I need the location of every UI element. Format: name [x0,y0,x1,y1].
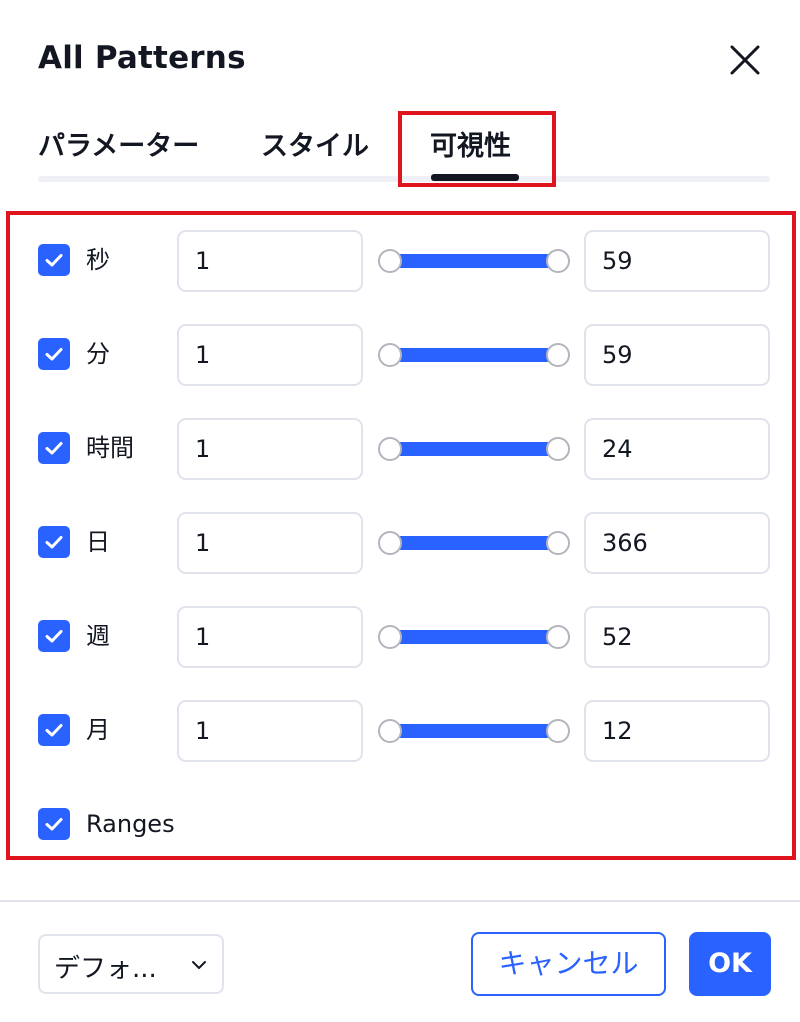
visibility-row-minutes: 分 1 59 [0,324,800,386]
min-input[interactable]: 1 [177,324,363,386]
template-dropdown[interactable]: デフォ... [38,934,224,994]
slider-handle-min[interactable] [378,249,402,273]
checkbox-weeks[interactable] [38,620,70,652]
template-dropdown-value: デフォ... [54,954,157,984]
max-input[interactable]: 59 [584,230,770,292]
slider-handle-min[interactable] [378,531,402,555]
slider-handle-max[interactable] [546,343,570,367]
min-input[interactable]: 1 [177,512,363,574]
row-label: 月 [86,716,110,744]
min-input[interactable]: 1 [177,606,363,668]
slider-handle-max[interactable] [546,531,570,555]
min-input[interactable]: 1 [177,230,363,292]
check-icon [45,724,63,737]
max-input[interactable]: 52 [584,606,770,668]
slider-handle-min[interactable] [378,437,402,461]
checkbox-ranges[interactable] [38,808,70,840]
checkbox-minutes[interactable] [38,338,70,370]
slider-handle-max[interactable] [546,249,570,273]
tab-style[interactable]: スタイル [261,124,369,163]
visibility-row-ranges: Ranges [0,794,800,856]
min-input[interactable]: 1 [177,418,363,480]
ok-button[interactable]: OK [689,932,771,996]
check-icon [45,442,63,455]
visibility-row-days: 日 1 366 [0,512,800,574]
check-icon [45,536,63,549]
range-slider[interactable] [378,531,570,555]
check-icon [45,348,63,361]
range-slider[interactable] [378,343,570,367]
ranges-label: Ranges [86,810,175,838]
visibility-row-hours: 時間 1 24 [0,418,800,480]
slider-handle-max[interactable] [546,437,570,461]
slider-fill [389,724,559,738]
slider-handle-min[interactable] [378,343,402,367]
dialog-title: All Patterns [38,40,246,76]
slider-fill [389,536,559,550]
slider-handle-min[interactable] [378,625,402,649]
max-input[interactable]: 24 [584,418,770,480]
max-input[interactable]: 59 [584,324,770,386]
visibility-row-seconds: 秒 1 59 [0,230,800,292]
min-input[interactable]: 1 [177,700,363,762]
visibility-row-months: 月 1 12 [0,700,800,762]
checkbox-days[interactable] [38,526,70,558]
slider-handle-max[interactable] [546,625,570,649]
row-label: 分 [86,340,110,368]
slider-handle-min[interactable] [378,719,402,743]
chevron-down-icon [192,961,206,969]
range-slider[interactable] [378,625,570,649]
slider-fill [389,348,559,362]
slider-fill [389,254,559,268]
check-icon [45,818,63,831]
footer-divider [0,900,800,902]
cancel-button[interactable]: キャンセル [471,932,666,996]
row-label: 日 [86,528,110,556]
checkbox-seconds[interactable] [38,244,70,276]
tab-parameters[interactable]: パラメーター [38,124,199,163]
checkbox-hours[interactable] [38,432,70,464]
range-slider[interactable] [378,719,570,743]
row-label: 秒 [86,246,110,274]
max-input[interactable]: 12 [584,700,770,762]
close-icon[interactable] [723,38,767,82]
visibility-row-weeks: 週 1 52 [0,606,800,668]
slider-fill [389,630,559,644]
max-input[interactable]: 366 [584,512,770,574]
row-label: 週 [86,622,110,650]
checkbox-months[interactable] [38,714,70,746]
slider-handle-max[interactable] [546,719,570,743]
range-slider[interactable] [378,437,570,461]
check-icon [45,630,63,643]
check-icon [45,254,63,267]
tab-highlight-box [398,111,556,187]
row-label: 時間 [86,434,134,462]
slider-fill [389,442,559,456]
range-slider[interactable] [378,249,570,273]
